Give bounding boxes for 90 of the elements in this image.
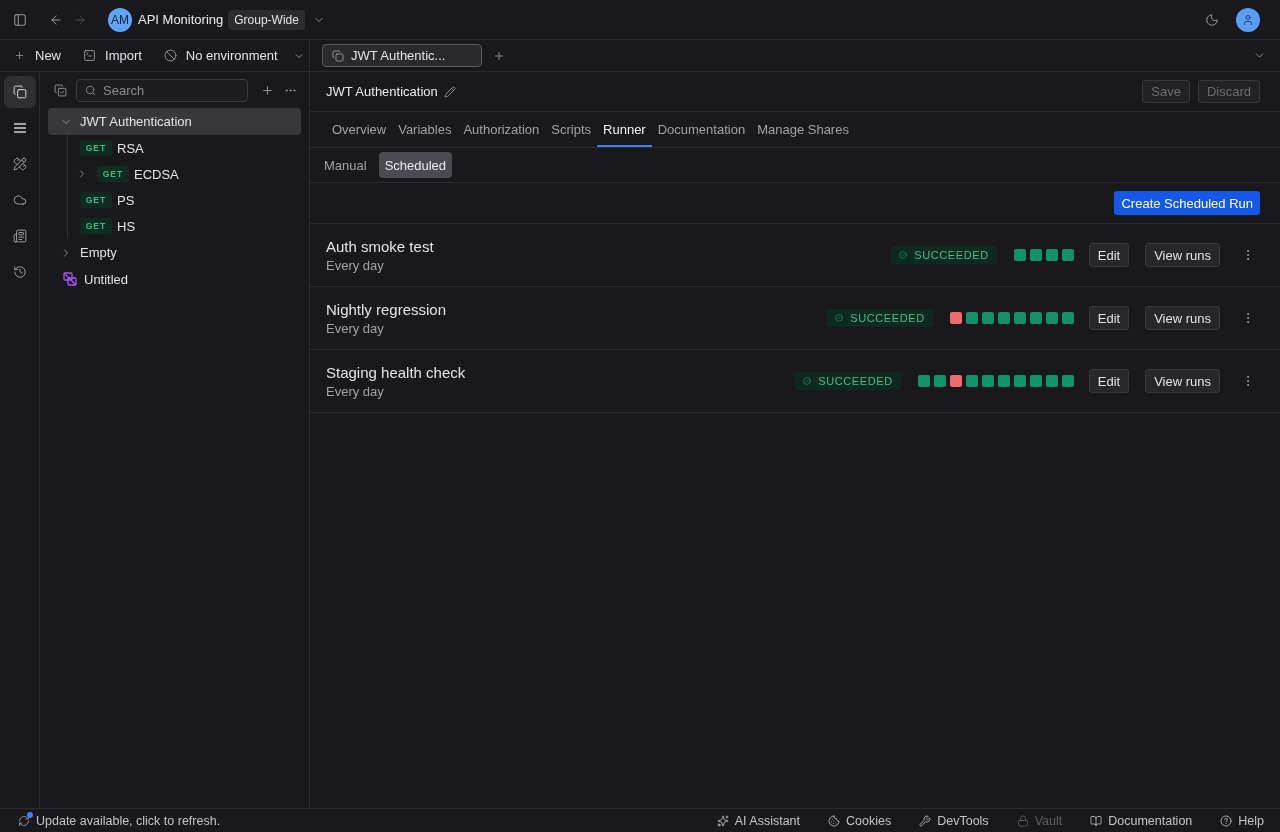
workspace-avatar: AM <box>108 7 132 32</box>
prohibited-icon <box>163 49 177 62</box>
schedule-name: Staging health check <box>326 363 466 381</box>
tree-request[interactable]: GET HS <box>80 213 301 239</box>
book-icon <box>1090 814 1103 827</box>
status-bar-item[interactable]: Cookies <box>828 813 892 828</box>
tab[interactable]: Manage Shares <box>751 112 855 147</box>
newspaper-icon <box>12 229 27 243</box>
collection-title: JWT Authentication <box>326 84 438 99</box>
notification-dot-icon <box>27 811 33 818</box>
rail-button[interactable] <box>3 76 36 108</box>
add-button[interactable] <box>261 83 274 97</box>
status-text: SUCCEEDED <box>914 249 989 261</box>
tree-request[interactable]: GET RSA <box>80 135 301 161</box>
select-items-button[interactable] <box>54 83 67 97</box>
mode-tab[interactable]: Manual <box>318 152 373 178</box>
crossed-squares-icon <box>63 272 77 286</box>
workspace-name: API Monitoring <box>138 12 224 27</box>
theme-toggle-button[interactable] <box>1205 12 1219 27</box>
status-bar-item[interactable]: DevTools <box>919 813 989 828</box>
tab[interactable]: Authorization <box>457 112 546 147</box>
status-text: SUCCEEDED <box>818 375 893 387</box>
environment-select[interactable]: No environment <box>163 48 305 63</box>
lock-icon <box>1016 814 1029 827</box>
plus-icon <box>261 83 274 97</box>
moon-icon <box>1205 12 1219 27</box>
new-button[interactable]: New <box>14 48 61 63</box>
tree-request[interactable]: GET PS <box>80 187 301 213</box>
status-bar-item[interactable]: Help <box>1220 813 1264 828</box>
back-button[interactable] <box>49 12 63 27</box>
view-runs-button[interactable]: View runs <box>1145 306 1220 330</box>
schedule-frequency: Every day <box>326 383 385 399</box>
tab[interactable]: Scripts <box>545 112 598 147</box>
status-bar-item[interactable]: Documentation <box>1090 813 1193 828</box>
tree-item[interactable]: Untitled <box>48 266 301 292</box>
schedule-frequency: Every day <box>326 257 385 273</box>
rename-button[interactable] <box>443 85 456 98</box>
mode-tab[interactable]: Scheduled <box>378 152 453 178</box>
sidebar-panel-icon <box>13 12 27 27</box>
profile-button[interactable] <box>1236 7 1260 32</box>
cloud-icon <box>12 193 27 207</box>
schedule-name: Nightly regression <box>326 300 447 318</box>
method-tag: GET <box>80 140 112 156</box>
method-tag: GET <box>80 192 112 208</box>
plus-icon <box>14 50 25 61</box>
search-field[interactable]: Search <box>76 78 248 102</box>
sidebar-toggle-button[interactable] <box>13 12 27 27</box>
tree-request[interactable]: GET ECDSA <box>80 161 301 187</box>
import-button[interactable]: Import <box>83 48 142 63</box>
schedule-name: Auth smoke test <box>326 237 434 255</box>
edit-button[interactable]: Edit <box>1088 369 1130 393</box>
schedule-frequency: Every day <box>326 320 385 336</box>
stacked-bars-icon <box>12 122 27 134</box>
pencil-ruler-icon <box>12 157 27 171</box>
refresh-icon <box>18 814 30 827</box>
help-icon <box>1220 814 1233 827</box>
edit-button[interactable]: Edit <box>1088 243 1130 267</box>
method-tag: GET <box>80 218 112 234</box>
create-scheduled-run-button[interactable]: Create Scheduled Run <box>1114 191 1260 215</box>
status-bar-item[interactable]: AI Assistant <box>716 813 801 828</box>
editor-tab[interactable]: JWT Authentic... <box>322 44 482 67</box>
search-icon <box>85 84 96 96</box>
view-runs-button[interactable]: View runs <box>1145 369 1220 393</box>
check-circle-icon <box>899 251 908 259</box>
cookie-icon <box>828 814 841 827</box>
copy-icon <box>12 85 27 99</box>
new-tab-button[interactable] <box>493 49 505 62</box>
sparkle-icon <box>716 814 729 827</box>
tree-folder[interactable]: Empty <box>48 239 301 266</box>
check-circle-icon <box>803 377 812 385</box>
workspace-scope-tag: Group-Wide <box>228 9 305 30</box>
pencil-icon <box>443 85 456 98</box>
update-link[interactable]: Update available, click to refresh. <box>18 813 221 828</box>
wrench-icon <box>919 814 932 827</box>
history-icon <box>12 265 27 279</box>
copy-icon <box>332 49 344 62</box>
tab[interactable]: Documentation <box>651 112 752 147</box>
tree-folder[interactable]: JWT Authentication <box>48 108 301 135</box>
method-tag: GET <box>97 166 129 182</box>
tab[interactable]: Runner <box>597 112 652 147</box>
view-runs-button[interactable]: View runs <box>1145 243 1220 267</box>
terminal-icon <box>83 49 96 62</box>
status-text: SUCCEEDED <box>850 312 925 324</box>
person-icon <box>1242 13 1254 26</box>
plus-icon <box>493 49 505 62</box>
check-circle-icon <box>835 314 844 322</box>
copy-check-icon <box>54 83 67 97</box>
tab[interactable]: Overview <box>326 112 393 147</box>
tab[interactable]: Variables <box>392 112 458 147</box>
edit-button[interactable]: Edit <box>1088 306 1130 330</box>
